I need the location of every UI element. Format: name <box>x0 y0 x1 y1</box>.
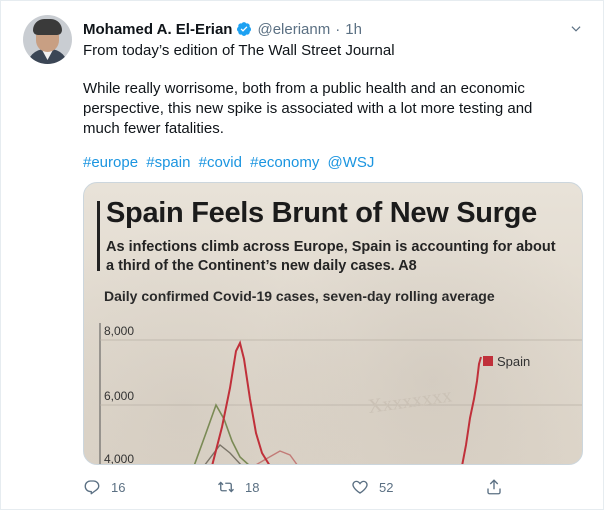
author-name[interactable]: Mohamed A. El-Erian <box>83 21 232 38</box>
verified-badge-icon <box>237 22 252 36</box>
legend-label-spain: Spain <box>497 354 530 369</box>
y-tick-4000: 4,000 <box>104 452 134 465</box>
media-image[interactable]: Spain Feels Brunt of New Surge As infect… <box>83 182 583 465</box>
like-icon <box>352 480 368 494</box>
hashtag-europe[interactable]: #europe <box>83 154 138 171</box>
tweet-text-line1: From today’s edition of The Wall Street … <box>83 42 395 59</box>
y-tick-6000: 6,000 <box>104 389 134 403</box>
share-icon <box>487 479 501 495</box>
separator-dot: · <box>335 20 341 38</box>
reply-count: 16 <box>111 479 126 495</box>
hashtag-covid[interactable]: #covid <box>199 154 242 171</box>
mention-wsj[interactable]: @WSJ <box>328 154 375 171</box>
chevron-down-icon[interactable] <box>569 22 583 36</box>
newspaper-chart: 8,000 6,000 4,000 Xxxxxxxx Spain <box>99 323 582 465</box>
bleed-through-text: Xxxxxxxx <box>367 384 454 418</box>
share-button[interactable] <box>485 473 513 501</box>
series-line-spain-early <box>211 340 270 464</box>
reply-icon <box>84 480 100 495</box>
retweet-count: 18 <box>245 479 260 495</box>
like-button[interactable]: 52 <box>351 473 393 501</box>
series-line-other-1 <box>193 403 249 464</box>
avatar-hair <box>33 19 62 35</box>
like-count: 52 <box>379 479 394 495</box>
legend-swatch-spain <box>483 356 493 366</box>
retweet-button[interactable]: 18 <box>217 473 259 501</box>
series-line-other-3 <box>256 450 298 464</box>
reply-button[interactable]: 16 <box>83 473 125 501</box>
timestamp[interactable]: 1h <box>345 21 362 38</box>
y-tick-8000: 8,000 <box>104 324 134 338</box>
tweet-card[interactable]: Mohamed A. El-Erian @elerianm · 1h From … <box>0 0 604 510</box>
tweet-text-paragraph: While really worrisome, both from a publ… <box>83 80 533 137</box>
tweet-actions: 16 18 52 <box>83 473 513 501</box>
retweet-icon <box>218 481 234 493</box>
avatar[interactable] <box>23 15 72 64</box>
hashtag-economy[interactable]: #economy <box>250 154 319 171</box>
tweet-header: Mohamed A. El-Erian @elerianm · 1h <box>83 20 362 38</box>
hashtag-row: #europe #spain #covid #economy @WSJ <box>83 154 378 171</box>
author-handle[interactable]: @elerianm <box>257 21 330 38</box>
series-line-spain-recent <box>461 356 482 464</box>
hashtag-spain[interactable]: #spain <box>146 154 190 171</box>
